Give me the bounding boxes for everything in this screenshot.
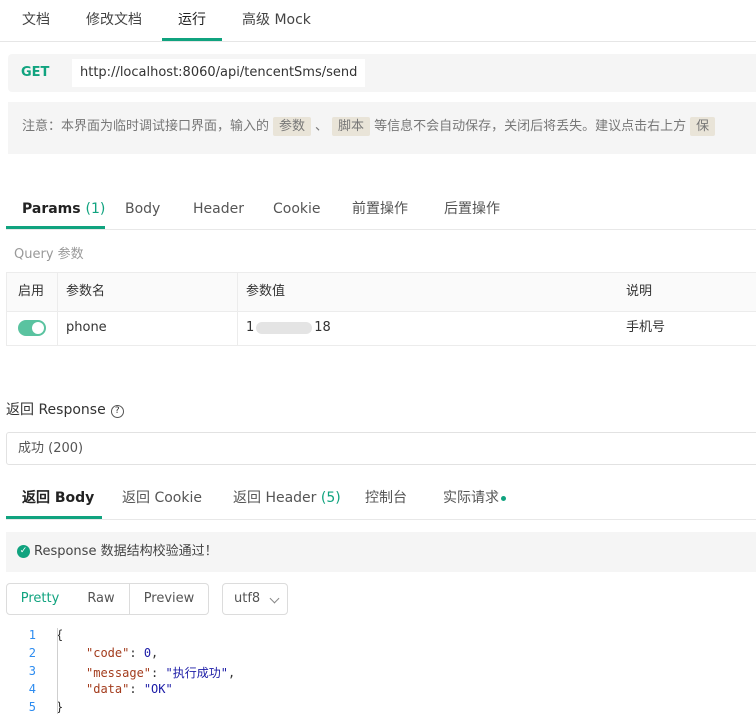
line-number: 4: [28, 682, 36, 696]
tab-response-header-label: 返回 Header: [233, 490, 317, 506]
json-value: 0: [143, 646, 152, 660]
divider: [0, 41, 756, 42]
tab-response-cookie[interactable]: 返回 Cookie: [122, 480, 202, 516]
tag-params: 参数: [273, 117, 312, 136]
fold-guide: [57, 628, 64, 714]
param-name-cell[interactable]: phone: [66, 309, 107, 347]
param-value-cell[interactable]: 1 18: [246, 309, 331, 347]
response-title-text: 返回 Response: [6, 402, 106, 418]
param-value-end: 18: [314, 320, 331, 335]
toggle-knob: [32, 322, 44, 334]
code-line: "code": 0,: [86, 646, 159, 660]
line-number: 3: [28, 664, 36, 678]
tab-response-header[interactable]: 返回 Header (5): [233, 480, 341, 516]
response-code-viewer: 1 2 3 4 5 { "code": 0, "message": "执行成功"…: [0, 626, 756, 722]
status-text: 成功 (200): [18, 441, 84, 456]
json-value: "执行成功": [165, 666, 228, 680]
divider: [6, 519, 756, 520]
method-select[interactable]: GET: [21, 54, 49, 92]
enable-toggle[interactable]: [18, 320, 46, 336]
divider: [6, 229, 756, 230]
encoding-value: utf8: [234, 591, 261, 606]
query-params-label: Query 参数: [14, 247, 84, 262]
notice-text: 注意：本界面为临时调试接口界面，输入的 参数、脚本 等信息不会自动保存，关闭后将丢失…: [22, 102, 719, 152]
params-table: 启用 参数名 参数值 说明 phone 1 18 手机号: [6, 272, 756, 346]
tab-advanced-mock[interactable]: 高级 Mock: [242, 0, 311, 40]
response-title: 返回 Response?: [6, 399, 124, 419]
check-circle-icon: ✓: [17, 545, 30, 558]
json-key: "data": [86, 682, 130, 696]
format-pretty-button[interactable]: Pretty: [6, 583, 74, 615]
line-number: 5: [28, 700, 36, 714]
format-raw-button[interactable]: Raw: [73, 583, 130, 615]
tab-header[interactable]: Header: [193, 192, 244, 226]
code-line: "message": "执行成功",: [86, 666, 236, 680]
tag-script: 脚本: [332, 117, 371, 136]
header-param-name: 参数名: [66, 284, 106, 299]
notice-suffix: 等信息不会自动保存，关闭后将丢失。建议点击右上方: [374, 119, 687, 134]
line-number: 1: [28, 628, 36, 642]
url-input[interactable]: http://localhost:8060/api/tencentSms/sen…: [72, 59, 366, 87]
json-key: "code": [86, 646, 130, 660]
encoding-select[interactable]: utf8: [222, 583, 288, 615]
redacted-blur: [256, 321, 313, 334]
tab-actual-request-label: 实际请求: [443, 490, 499, 506]
tab-params[interactable]: Params (1): [22, 192, 105, 226]
line-number: 2: [28, 646, 36, 660]
tab-pre-request[interactable]: 前置操作: [352, 192, 408, 226]
response-status: 成功 (200): [6, 432, 756, 465]
request-bar: GET http://localhost:8060/api/tencentSms…: [8, 54, 756, 92]
header-enabled: 启用: [18, 284, 45, 299]
param-description-cell[interactable]: 手机号: [626, 309, 665, 347]
tab-docs[interactable]: 文档: [22, 0, 50, 40]
json-key: "message": [86, 666, 152, 680]
column-divider: [237, 273, 238, 345]
param-value-start: 1: [246, 320, 255, 335]
code-line: "data": "OK": [86, 682, 173, 696]
json-value: "OK": [143, 682, 173, 696]
validation-text: Response 数据结构校验通过！: [34, 544, 218, 559]
tab-response-body[interactable]: 返回 Body: [22, 480, 94, 516]
temporary-notice: 注意：本界面为临时调试接口界面，输入的 参数、脚本 等信息不会自动保存，关闭后将丢失…: [8, 102, 756, 154]
tab-body[interactable]: Body: [125, 192, 160, 226]
validation-banner: ✓ Response 数据结构校验通过！: [6, 532, 756, 572]
tab-actual-request[interactable]: 实际请求: [443, 480, 506, 516]
tab-console[interactable]: 控制台: [365, 480, 407, 516]
notice-separator: 、: [315, 119, 329, 134]
format-preview-button[interactable]: Preview: [130, 583, 209, 615]
params-count: (1): [85, 201, 106, 217]
notice-prefix: 注意：本界面为临时调试接口界面，输入的: [22, 119, 270, 134]
tag-save: 保: [690, 117, 716, 136]
tab-cookie[interactable]: Cookie: [273, 192, 321, 226]
tab-post-request[interactable]: 后置操作: [444, 192, 500, 226]
tab-params-label: Params: [22, 201, 81, 217]
help-icon[interactable]: ?: [110, 405, 124, 418]
column-divider: [57, 273, 58, 345]
chevron-down-icon: [269, 593, 280, 604]
header-param-value: 参数值: [246, 284, 286, 299]
tab-edit-docs[interactable]: 修改文档: [86, 0, 142, 40]
header-description: 说明: [626, 284, 653, 299]
status-dot-icon: [501, 495, 506, 501]
tab-run[interactable]: 运行: [178, 0, 206, 40]
header-count: (5): [320, 490, 341, 506]
